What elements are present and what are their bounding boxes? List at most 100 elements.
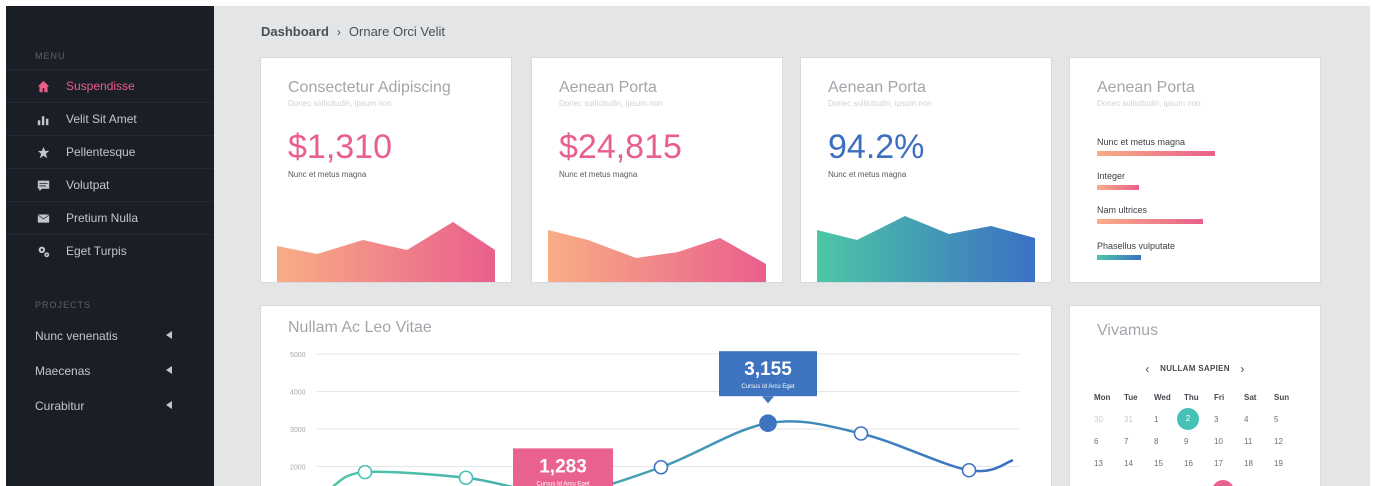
weekday-label: Sun [1274,392,1290,402]
weekday-label: Fri [1214,392,1225,402]
project-item-curabitur[interactable]: Curabitur [6,388,214,423]
calendar-day[interactable]: 10 [1214,437,1244,446]
progress-bar [1097,151,1215,156]
card-subtitle: Donec sollicitudin, ipsum non [559,99,663,108]
card-caption: Nunc et metus magna [288,170,367,179]
line-chart-card: Nullam Ac Leo Vitae 5000 4000 3000 2000 3,1… [260,305,1052,486]
caret-left-icon [166,331,172,339]
calendar-day-number: 15 [1154,458,1163,468]
sidebar-item-pellentesque[interactable]: Pellentesque [6,135,214,168]
sidebar-item-label: Eget Turpis [66,244,127,258]
calendar-day[interactable]: 7 [1124,437,1154,446]
progress-row: Nunc et metus magna [1097,137,1215,156]
card-value: $1,310 [288,128,392,166]
calendar-day-number: 2 [1177,408,1199,430]
calendar-day-number: 31 [1124,414,1133,424]
calendar-day-number: 9 [1184,436,1189,446]
calendar-day[interactable]: 11 [1244,437,1274,446]
calendar-day-number: 10 [1214,436,1223,446]
data-point[interactable] [357,464,373,480]
data-point[interactable] [458,470,474,486]
project-item-maecenas[interactable]: Maecenas [6,353,214,388]
home-icon [36,79,50,93]
sidebar-item-label: Volutpat [66,178,110,192]
value-callout: 1,283 Cursus Id Arcu Eget [513,448,613,486]
data-point[interactable] [759,414,777,432]
calendar-event-dot [1212,480,1234,486]
sidebar-item-label: Suspendisse [66,79,135,93]
calendar-day[interactable]: 16 [1184,459,1214,468]
progress-bar [1097,219,1203,224]
breadcrumb-current: Ornare Orci Velit [348,24,445,39]
card-subtitle: Donec sollicitudin, ipsum non [1097,99,1201,108]
sparkline-area [277,222,495,282]
calendar-day[interactable]: 13 [1094,459,1124,468]
sidebar-item-suspendisse[interactable]: Suspendisse [6,69,214,102]
progress-bar [1097,185,1139,190]
calendar-day[interactable]: 19 [1274,459,1304,468]
callout-label: Cursus Id Arcu Eget [536,481,590,486]
breadcrumb-root[interactable]: Dashboard [261,24,329,39]
calendar-day-number: 30 [1094,414,1103,424]
calendar-day[interactable]: 9 [1184,437,1214,446]
sidebar-menu: Suspendisse Velit Sit Amet Pellentesque … [6,69,214,267]
calendar-day[interactable]: 4 [1244,415,1274,424]
weekday-label: Wed [1154,392,1171,402]
card-value: $24,815 [559,128,682,166]
calendar-day-number: 18 [1244,458,1253,468]
calendar-week-row: 13 14 15 16 17 18 19 [1094,452,1304,474]
progress-label: Nam ultrices [1097,205,1148,215]
projects-section-label: PROJECTS [35,300,92,310]
project-item-nunc-venenatis[interactable]: Nunc venenatis [6,318,214,353]
calendar-day-number: 12 [1274,436,1283,446]
data-point[interactable] [853,426,869,441]
data-point[interactable] [961,462,977,478]
calendar-day[interactable]: 18 [1244,459,1274,468]
sidebar-item-label: Velit Sit Amet [66,112,137,126]
sparkline-area [548,230,766,282]
calendar-day[interactable]: 30 [1094,415,1124,424]
calendar-day[interactable]: 17 [1214,459,1244,468]
calendar-day-number: 13 [1094,458,1103,468]
sidebar-item-label: Pellentesque [66,145,136,159]
chart-grid: 5000 4000 3000 2000 [290,352,1019,472]
sidebar-item-volutpat[interactable]: Volutpat [6,168,214,201]
line-chart: 5000 4000 3000 2000 3,155 Cursus Id Arcu Ege… [290,351,1019,486]
calendar-day[interactable]: 3 [1214,415,1244,424]
calendar-weekday-row: Mon Tue Wed Thu Fri Sat Sun [1094,386,1304,408]
breadcrumb: Dashboard › Ornare Orci Velit [261,24,445,39]
calendar-day[interactable]: 6 [1094,437,1124,446]
sidebar-item-velit-sit-amet[interactable]: Velit Sit Amet [6,102,214,135]
calendar-day-number: 6 [1094,436,1099,446]
progress-label: Integer [1097,171,1126,181]
callout-value: 3,155 [744,359,792,380]
chevron-right-icon[interactable]: › [1240,362,1244,376]
chevron-left-icon[interactable]: ‹ [1145,362,1149,376]
sparkline-area [817,216,1035,282]
calendar-day[interactable]: 8 [1154,437,1184,446]
sidebar-item-eget-turpis[interactable]: Eget Turpis [6,234,214,267]
weekday-label: Sat [1244,392,1257,402]
y-tick-label: 2000 [290,465,306,472]
menu-section-label: MENU [35,51,66,61]
calendar-day[interactable]: 5 [1274,415,1304,424]
progress-row: Integer [1097,171,1139,190]
calendar-day[interactable]: 12 [1274,437,1304,446]
calendar-day[interactable]: 14 [1124,459,1154,468]
weekday-label: Tue [1124,392,1138,402]
data-point[interactable] [653,459,669,475]
card-caption: Nunc et metus magna [828,170,907,179]
progress-label: Nunc et metus magna [1097,137,1186,147]
kpi-card-1: Consectetur Adipiscing Donec sollicitudi… [260,57,512,283]
sidebar-item-pretium-nulla[interactable]: Pretium Nulla [6,201,214,234]
calendar-day[interactable]: 2 [1177,408,1214,430]
caret-left-icon [166,366,172,374]
card-title: Aenean Porta [1097,79,1195,96]
app-frame: MENU Suspendisse Velit Sit Amet Pellente… [6,6,1370,486]
progress-label: Phasellus vulputate [1097,241,1176,251]
y-tick-label: 5000 [290,352,306,359]
weekday-label: Thu [1184,392,1199,402]
calendar-day[interactable]: 15 [1154,459,1184,468]
calendar-week-row: 6 7 8 9 10 11 12 [1094,430,1304,452]
calendar-day[interactable]: 31 [1124,415,1154,424]
